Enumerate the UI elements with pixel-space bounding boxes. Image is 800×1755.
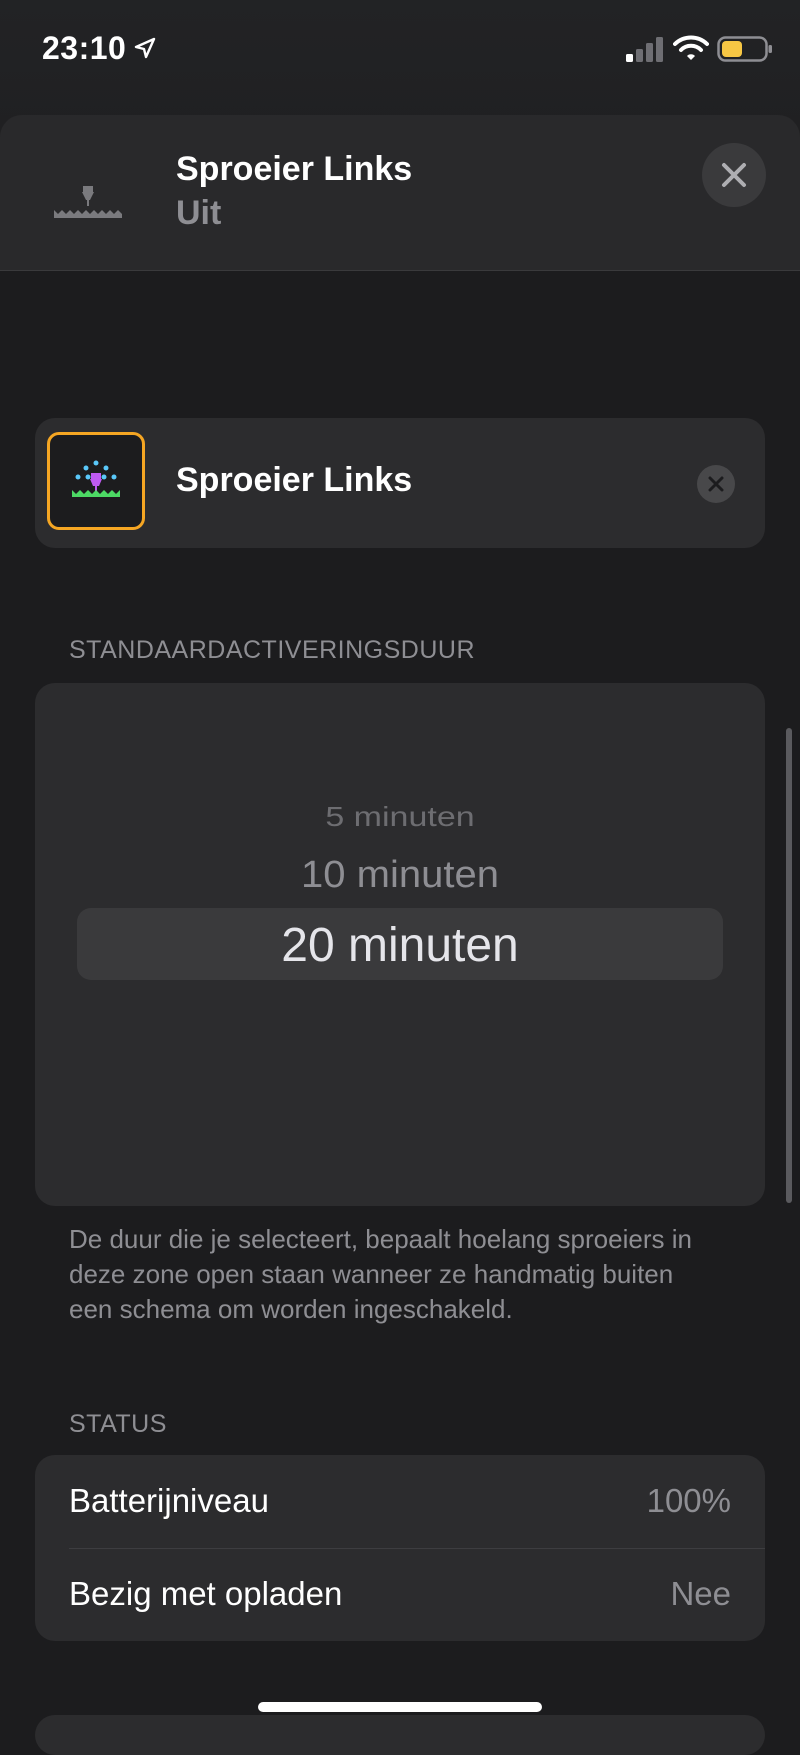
duration-footnote: De duur die je selecteert, bepaalt hoela… xyxy=(69,1224,692,1324)
list-row-battery: Batterijniveau 100% xyxy=(35,1455,765,1548)
header-title: Sproeier Links xyxy=(176,150,413,188)
wifi-icon xyxy=(673,35,709,60)
list-row-charging: Bezig met opladen Nee xyxy=(35,1548,765,1641)
status-section-label: STATUS xyxy=(69,1410,167,1438)
sprinkler-icon xyxy=(54,186,122,218)
row-value: 100% xyxy=(646,1482,731,1519)
accessory-name: Sproeier Links xyxy=(176,461,413,499)
scroll-indicator[interactable] xyxy=(786,728,792,1203)
clear-icon xyxy=(708,476,724,492)
sprinkler-icon xyxy=(72,460,120,497)
clear-button[interactable] xyxy=(697,465,735,503)
picker-option[interactable]: 10 minuten xyxy=(35,854,765,896)
cellular-signal-icon xyxy=(626,37,663,62)
next-section-card xyxy=(35,1715,765,1755)
row-label: Bezig met opladen xyxy=(69,1575,343,1612)
status-list: Batterijniveau 100% Bezig met opladen Ne… xyxy=(35,1455,765,1641)
accessory-thumbnail xyxy=(47,432,145,530)
location-arrow-icon xyxy=(134,37,156,59)
header-status: Uit xyxy=(176,194,222,232)
battery-icon xyxy=(717,36,772,62)
close-button[interactable] xyxy=(702,143,766,207)
picker-option-selected[interactable]: 20 minuten xyxy=(35,918,765,973)
row-value: Nee xyxy=(670,1575,731,1612)
home-indicator[interactable] xyxy=(258,1702,542,1712)
picker-option[interactable]: 5 minuten xyxy=(35,802,765,834)
status-time: 23:10 xyxy=(42,30,127,66)
close-icon xyxy=(722,163,746,187)
duration-section-label: STANDAARDACTIVERINGSDUUR xyxy=(69,636,476,664)
row-label: Batterijniveau xyxy=(69,1482,269,1519)
